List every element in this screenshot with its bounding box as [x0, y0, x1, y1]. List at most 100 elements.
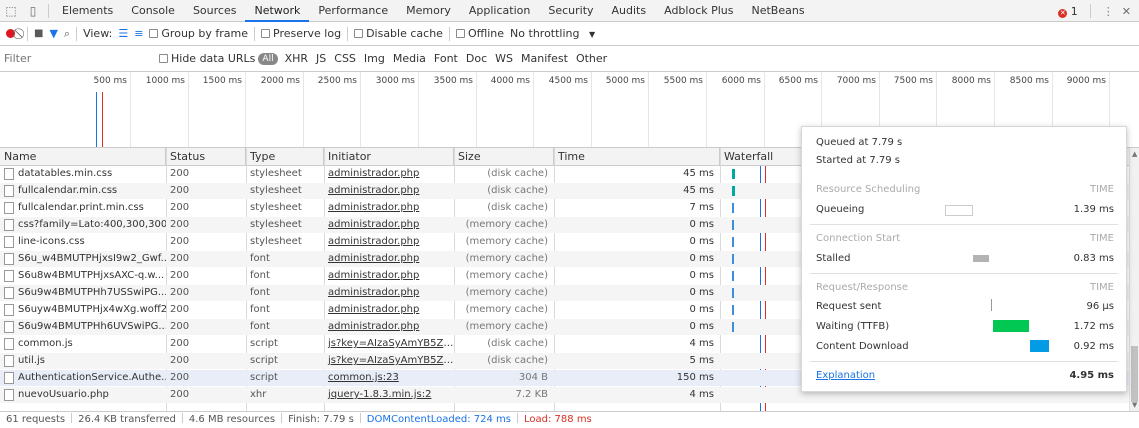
overview-tick-label: 4000 ms	[490, 76, 530, 86]
filter-funnel-icon[interactable]: ▼	[49, 27, 57, 40]
scrollbar-thumb[interactable]	[1131, 346, 1138, 402]
close-icon[interactable]: ✕	[1122, 5, 1131, 18]
device-toolbar-icon[interactable]: ▯	[22, 0, 44, 22]
request-initiator-link[interactable]: common.js:23	[324, 370, 454, 386]
chevron-down-icon: ▼	[589, 30, 596, 39]
column-header-time[interactable]: Time	[554, 148, 720, 166]
offline-checkbox[interactable]: Offline	[455, 27, 504, 40]
vertical-scrollbar[interactable]: ▲ ▼	[1129, 148, 1139, 411]
resource-scheduling-header: Resource Scheduling	[816, 184, 921, 195]
request-initiator-link[interactable]: administrador.php	[324, 268, 454, 284]
filter-input[interactable]	[4, 49, 149, 68]
filter-type-media[interactable]: Media	[389, 51, 430, 66]
request-name: fullcalendar.print.min.css	[0, 200, 166, 216]
filter-type-xhr[interactable]: XHR	[281, 51, 312, 66]
tab-network[interactable]: Network	[245, 0, 310, 22]
divider	[27, 26, 28, 41]
filter-type-css[interactable]: CSS	[330, 51, 360, 66]
filter-type-manifest[interactable]: Manifest	[517, 51, 572, 66]
request-name-text: css?family=Lato:400,300,300...	[18, 219, 166, 230]
column-header-name[interactable]: Name	[0, 148, 166, 166]
started-at: Started at 7.79 s	[816, 155, 900, 166]
file-icon	[4, 219, 14, 231]
filter-type-ws[interactable]: WS	[491, 51, 517, 66]
devtools-tabbar: ⬚ ▯ Elements Console Sources Network Per…	[0, 0, 1139, 22]
hide-data-urls-checkbox[interactable]: Hide data URLs	[159, 52, 255, 65]
request-initiator-link[interactable]: administrador.php	[324, 234, 454, 250]
large-rows-icon[interactable]: ☰	[118, 27, 128, 40]
overview-tick-line	[360, 72, 361, 147]
file-icon	[4, 338, 14, 350]
request-time: 0 ms	[689, 236, 715, 247]
request-initiator-link[interactable]: administrador.php	[324, 183, 454, 199]
tab-performance[interactable]: Performance	[309, 0, 397, 22]
search-icon[interactable]: ⌕	[64, 27, 70, 41]
filter-type-font[interactable]: Font	[430, 51, 462, 66]
divider	[1089, 4, 1091, 18]
filter-type-img[interactable]: Img	[360, 51, 389, 66]
error-counter[interactable]: ✕ 1	[1058, 5, 1078, 18]
request-time: 0 ms	[689, 287, 715, 298]
filter-type-doc[interactable]: Doc	[462, 51, 491, 66]
request-name: datatables.min.css	[0, 166, 166, 182]
overview-icon[interactable]: ≡	[134, 27, 143, 40]
record-icon[interactable]	[6, 29, 15, 38]
request-size: (disk cache)	[487, 355, 548, 366]
tab-memory[interactable]: Memory	[397, 0, 460, 22]
request-name-text: util.js	[18, 355, 45, 366]
column-header-type[interactable]: Type	[246, 148, 324, 166]
overview-tick-line	[130, 72, 131, 147]
request-name: nuevoUsuario.php	[0, 387, 166, 403]
throttling-select[interactable]: No throttling ▼	[510, 27, 595, 40]
file-icon	[4, 304, 14, 316]
overview-tick-label: 2500 ms	[317, 76, 357, 86]
tab-console[interactable]: Console	[122, 0, 184, 22]
tab-audits[interactable]: Audits	[603, 0, 656, 22]
column-header-status[interactable]: Status	[166, 148, 246, 166]
request-initiator-link[interactable]: administrador.php	[324, 285, 454, 301]
overview-tick-label: 7000 ms	[836, 76, 876, 86]
request-size: (memory cache)	[465, 304, 548, 315]
checkbox-box	[354, 29, 364, 38]
inspect-element-icon[interactable]: ⬚	[0, 0, 22, 22]
request-type: font	[250, 321, 270, 332]
request-initiator-link[interactable]: administrador.php	[324, 200, 454, 216]
group-by-frame-checkbox[interactable]: Group by frame	[149, 27, 248, 40]
request-type: font	[250, 287, 270, 298]
queueing-bar	[945, 205, 973, 216]
more-options-icon[interactable]: ⋮	[1103, 5, 1114, 18]
scroll-up-icon[interactable]: ▲	[1132, 150, 1137, 158]
filter-bar: Hide data URLs All XHR JS CSS Img Media …	[0, 46, 1139, 72]
request-initiator-link[interactable]: administrador.php	[324, 302, 454, 318]
requests-count: 61 requests	[6, 414, 66, 425]
request-initiator-link[interactable]: administrador.php	[324, 251, 454, 267]
preserve-log-checkbox[interactable]: Preserve log	[261, 27, 341, 40]
tab-security[interactable]: Security	[539, 0, 602, 22]
tab-netbeans[interactable]: NetBeans	[743, 0, 814, 22]
tab-elements[interactable]: Elements	[53, 0, 122, 22]
request-initiator-link[interactable]: jquery-1.8.3.min.js:2	[324, 387, 454, 403]
request-initiator-link[interactable]: administrador.php	[324, 217, 454, 233]
column-header-size[interactable]: Size	[454, 148, 554, 166]
request-initiator-link[interactable]: administrador.php	[324, 319, 454, 335]
explanation-link[interactable]: Explanation	[816, 370, 875, 381]
tab-sources[interactable]: Sources	[184, 0, 246, 22]
request-size: (disk cache)	[487, 185, 548, 196]
overview-tick-label: 3000 ms	[375, 76, 415, 86]
tab-adblock-plus[interactable]: Adblock Plus	[655, 0, 742, 22]
column-header-initiator[interactable]: Initiator	[324, 148, 454, 166]
filter-type-js[interactable]: JS	[312, 51, 330, 66]
request-size: (memory cache)	[465, 253, 548, 264]
scroll-down-icon[interactable]: ▼	[1132, 401, 1137, 409]
disable-cache-checkbox[interactable]: Disable cache	[354, 27, 443, 40]
screenshot-camera-icon[interactable]: ■	[34, 28, 43, 39]
request-initiator-link[interactable]: js?key=AIzaSyAmYB5ZY1r...	[324, 336, 454, 352]
filter-type-other[interactable]: Other	[572, 51, 611, 66]
request-initiator-link[interactable]: administrador.php	[324, 166, 454, 182]
filter-type-all[interactable]: All	[258, 52, 278, 65]
tab-application[interactable]: Application	[460, 0, 539, 22]
overview-tick-line	[764, 72, 765, 147]
overview-tick-label: 1500 ms	[202, 76, 242, 86]
file-icon	[4, 372, 14, 384]
request-initiator-link[interactable]: js?key=AIzaSyAmYB5ZY1r...	[324, 353, 454, 369]
